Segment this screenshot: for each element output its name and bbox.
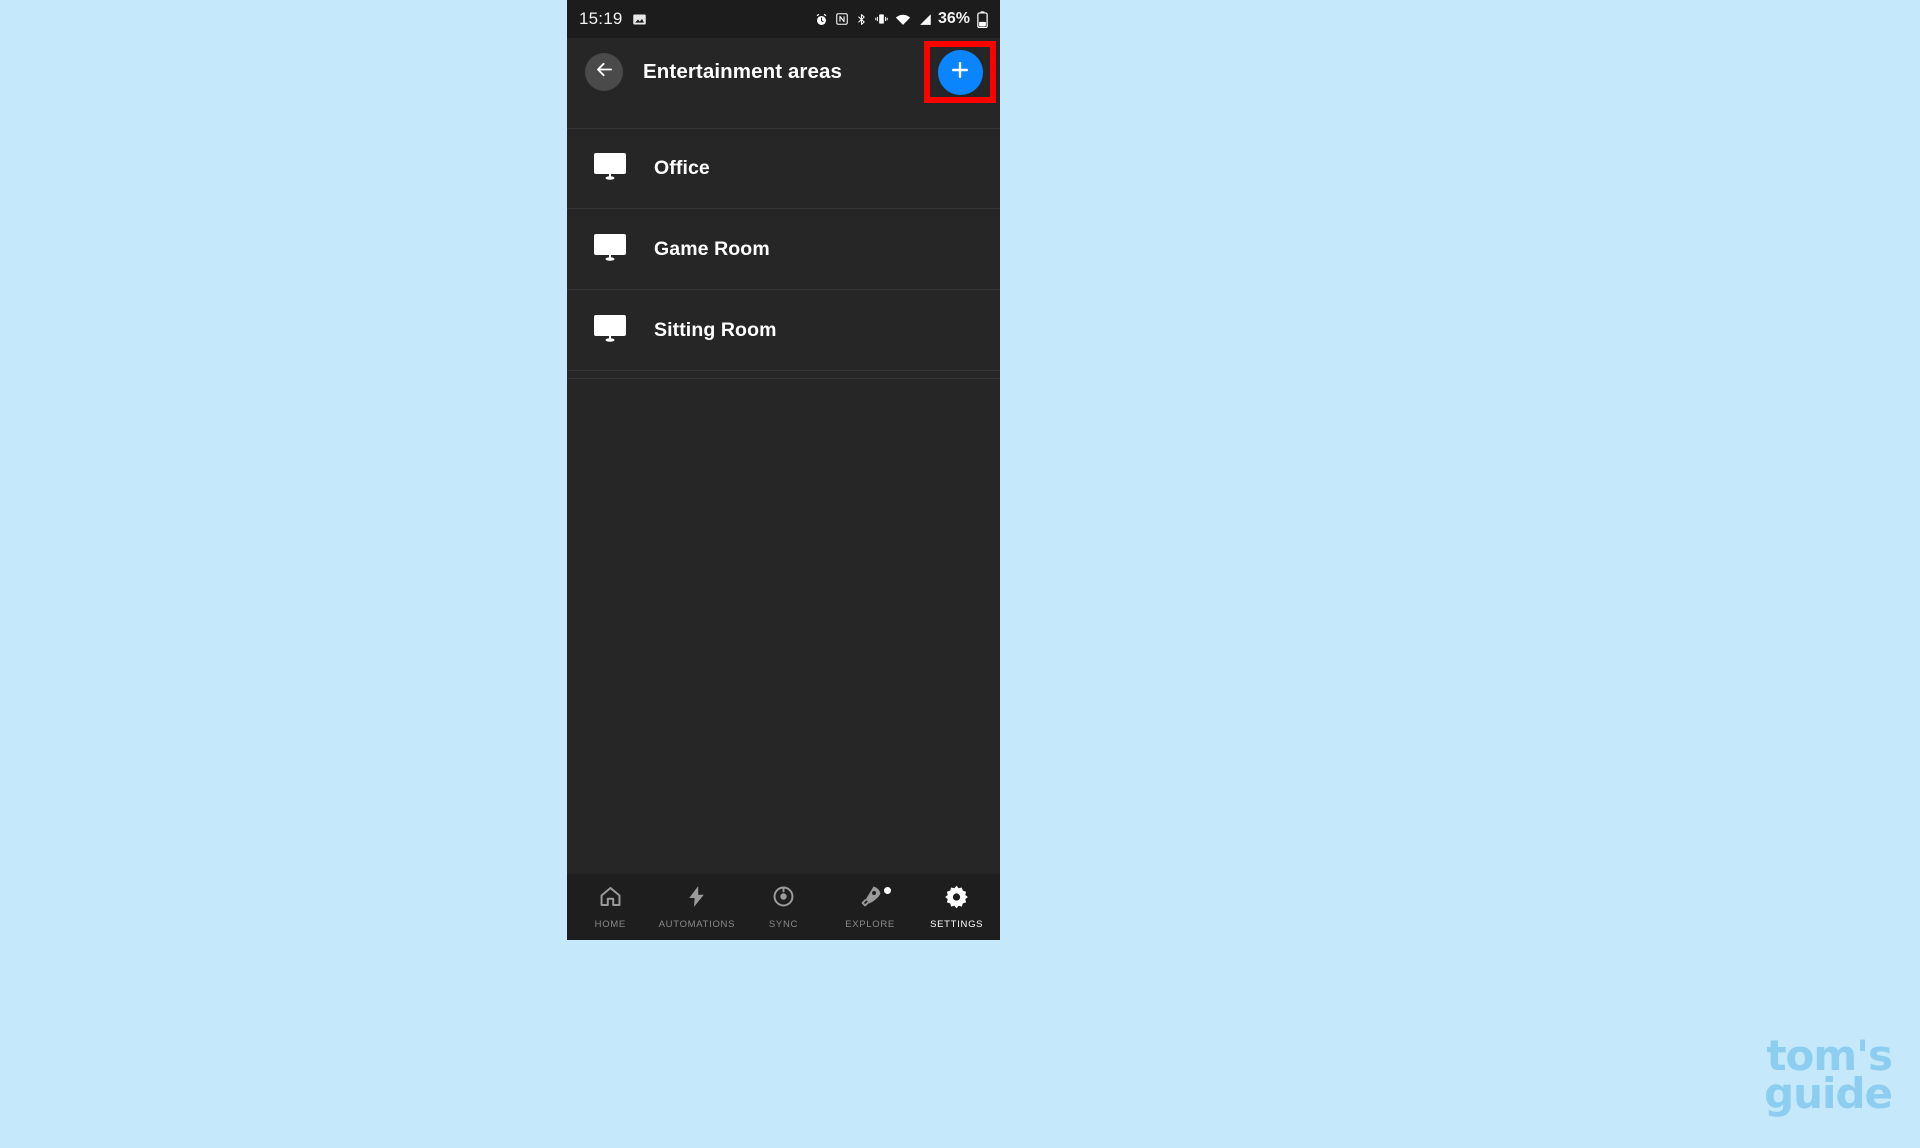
list-top-gap — [567, 106, 1000, 128]
plus-icon — [949, 59, 971, 86]
status-bar-left: 15:19 — [579, 9, 647, 29]
list-item-label: Office — [654, 157, 710, 179]
rocket-icon — [858, 884, 883, 914]
screenshot-canvas: 15:19 36% Entertainment areas Office Gam… — [0, 0, 1920, 1148]
nav-label: HOME — [594, 919, 626, 930]
nav-item-automations[interactable]: AUTOMATIONS — [654, 874, 741, 940]
add-entertainment-area-button[interactable] — [937, 49, 983, 95]
nav-item-home[interactable]: HOME — [567, 874, 654, 940]
nav-label: SETTINGS — [930, 919, 984, 930]
list-item[interactable]: Sitting Room — [567, 290, 1000, 371]
cellular-signal-icon — [917, 13, 932, 26]
page-title: Entertainment areas — [643, 60, 843, 83]
image-icon — [632, 12, 647, 27]
lightning-icon — [684, 884, 709, 914]
toms-guide-watermark: tom's guide — [1764, 1034, 1893, 1119]
nav-label: AUTOMATIONS — [658, 919, 736, 930]
watermark-line-2: guide — [1764, 1069, 1893, 1119]
alarm-icon — [814, 12, 829, 27]
add-button-highlight — [924, 41, 996, 103]
back-button[interactable] — [585, 53, 623, 91]
wifi-icon — [895, 13, 911, 26]
nav-label: SYNC — [768, 919, 799, 930]
monitor-icon — [593, 233, 627, 266]
arrow-left-icon — [594, 59, 615, 85]
status-bar: 15:19 36% — [567, 0, 1000, 38]
battery-icon — [977, 10, 988, 28]
app-header: Entertainment areas — [567, 38, 1000, 106]
nfc-icon — [835, 12, 849, 26]
status-clock: 15:19 — [579, 9, 623, 28]
list-item[interactable]: Game Room — [567, 209, 1000, 290]
list-item-label: Game Room — [654, 237, 770, 260]
nav-item-settings[interactable]: SETTINGS — [913, 874, 1000, 940]
nav-item-explore[interactable]: EXPLORE — [827, 874, 914, 940]
monitor-icon — [593, 152, 627, 185]
bottom-navigation-bar: HOME AUTOMATIONS SYNC EXPLORE SETTINGS — [567, 874, 1000, 940]
nav-label: EXPLORE — [845, 919, 895, 930]
home-icon — [598, 884, 623, 914]
notification-badge-dot — [884, 887, 892, 894]
list-bottom-divider — [567, 371, 1000, 379]
nav-item-sync[interactable]: SYNC — [740, 874, 827, 940]
list-item-label: Sitting Room — [654, 318, 777, 341]
sync-icon — [771, 884, 796, 914]
entertainment-areas-list: Office Game Room Sitting Room — [567, 128, 1000, 379]
gear-icon — [944, 884, 969, 914]
bluetooth-icon — [855, 12, 868, 27]
monitor-icon — [593, 314, 627, 347]
vibrate-icon — [874, 12, 889, 26]
battery-percent-label: 36% — [937, 10, 970, 27]
phone-screen: 15:19 36% Entertainment areas Office Gam… — [567, 0, 1000, 940]
list-item[interactable]: Office — [567, 128, 1000, 209]
status-bar-right: 36% — [814, 10, 988, 28]
